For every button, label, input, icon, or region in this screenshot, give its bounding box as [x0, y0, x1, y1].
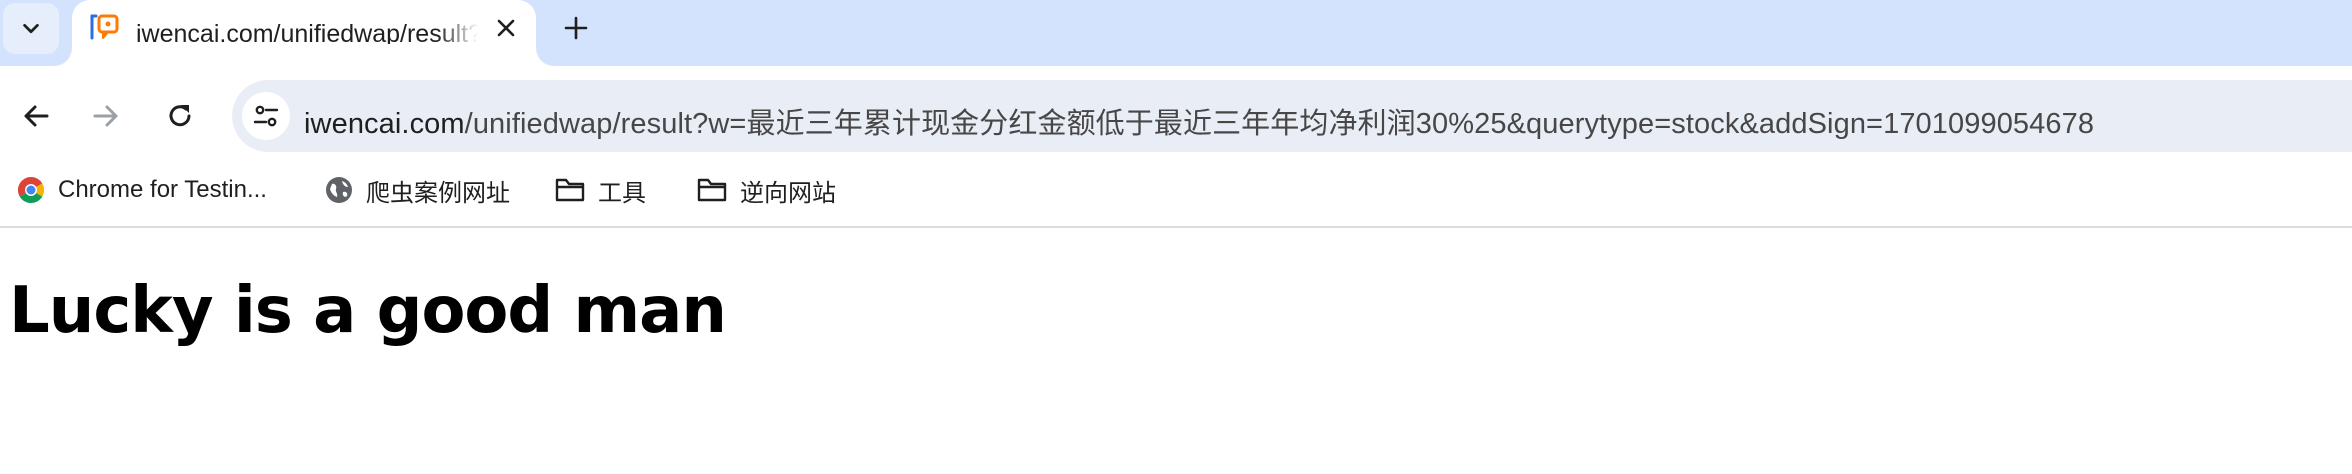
tab-strip: iwencai.com/unifiedwap/result?w=最近三年累计现金…: [0, 0, 2352, 66]
globe-icon: [326, 177, 352, 203]
bookmark-label: Chrome for Testin...: [58, 176, 267, 203]
url-path: /unifiedwap/result?w=最近三年累计现金分红金额低于最近三年年…: [464, 108, 2095, 140]
reload-icon: [169, 105, 191, 127]
forward-button[interactable]: [82, 92, 130, 140]
close-icon: [497, 19, 515, 37]
reload-button[interactable]: [156, 92, 204, 140]
active-tab[interactable]: iwencai.com/unifiedwap/result?w=最近三年累计现金…: [72, 0, 536, 66]
back-arrow-icon: [24, 105, 49, 127]
forward-arrow-icon: [93, 105, 118, 127]
url-domain: iwencai.com: [304, 108, 465, 140]
bookmark-label: 逆向网站: [740, 179, 836, 207]
tab-search-button[interactable]: [3, 3, 59, 54]
bookmark-chrome-for-testing[interactable]: Chrome for Testin...: [16, 168, 267, 212]
tune-icon: [253, 105, 279, 127]
back-button[interactable]: [12, 92, 60, 140]
bookmark-label: 爬虫案例网址: [366, 179, 510, 207]
url-text[interactable]: iwencai.com/unifiedwap/result?w=最近三年累计现金…: [304, 100, 2094, 142]
folder-icon: [555, 178, 585, 202]
bookmark-crawler-sites[interactable]: 爬虫案例网址: [324, 168, 510, 212]
page-content: Lucky is a good man: [0, 228, 2352, 474]
chrome-icon: [17, 176, 45, 204]
chevron-down-icon: [23, 23, 39, 33]
site-info-button[interactable]: [242, 92, 290, 140]
address-bar[interactable]: iwencai.com/unifiedwap/result?w=最近三年累计现金…: [232, 80, 2352, 152]
folder-icon: [697, 178, 727, 202]
tab-title: iwencai.com/unifiedwap/result?w=最近三年累计现金…: [136, 20, 478, 44]
page-heading: Lucky is a good man: [9, 274, 727, 348]
tab-close-button[interactable]: [488, 10, 524, 46]
bookmarks-bar: Chrome for Testin... 爬虫案例网址 工具 逆向网站: [0, 160, 2352, 226]
plus-icon: [564, 16, 588, 40]
bookmark-tools-folder[interactable]: 工具: [554, 168, 646, 212]
bookmark-label: 工具: [598, 179, 646, 207]
bookmark-reverse-sites-folder[interactable]: 逆向网站: [696, 168, 836, 212]
iwencai-favicon: [90, 14, 119, 40]
new-tab-button[interactable]: [556, 8, 596, 48]
